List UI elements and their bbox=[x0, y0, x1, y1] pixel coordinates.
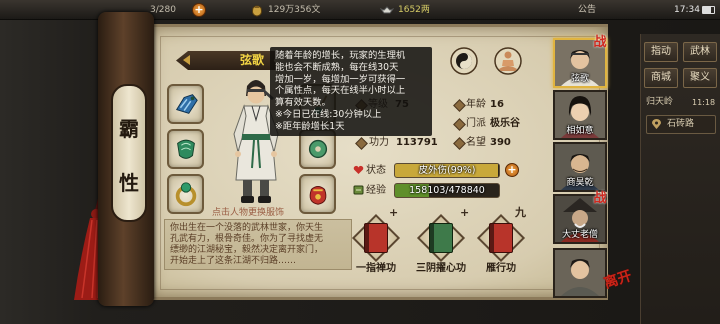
battle-badge: 战 bbox=[593, 35, 607, 50]
trait-char-top: 霸 bbox=[119, 117, 139, 141]
jade-pendant-icon bbox=[308, 139, 327, 159]
red-book-icon[interactable] bbox=[364, 223, 388, 253]
tooltip-line: 随着年龄的增长，玩家的生理机 bbox=[275, 50, 406, 61]
party-member-name: 相如意 bbox=[566, 126, 594, 136]
battle-badge: 战 bbox=[593, 191, 607, 206]
clock-time: 17:34 bbox=[674, 5, 700, 15]
coin-pouch-icon bbox=[252, 5, 262, 17]
shoulder-guard-icon bbox=[176, 139, 195, 159]
tooltip-line: ※距年龄增长1天 bbox=[275, 120, 345, 132]
bracer-icon bbox=[175, 94, 198, 114]
age-tooltip: 随着年龄的增长，玩家的生理机 能也会不断成熟，每在线30天 增加一岁，每增加一岁… bbox=[270, 47, 432, 136]
trait-char-bottom: 性 bbox=[119, 171, 139, 195]
equip-slot-ring[interactable] bbox=[167, 174, 204, 214]
trait-banner[interactable]: 霸 性 bbox=[111, 84, 147, 222]
sect-value: 极乐谷 bbox=[490, 118, 520, 129]
pouch-icon bbox=[309, 186, 326, 205]
equip-slot-pouch[interactable] bbox=[299, 174, 336, 214]
age-label: 年龄 bbox=[466, 99, 486, 110]
game-time: 11:18 bbox=[692, 98, 716, 107]
place-name: 石砖路 bbox=[667, 119, 695, 129]
menu-button-2[interactable]: 武林 bbox=[683, 42, 717, 62]
heal-button[interactable]: + bbox=[505, 163, 519, 177]
party-member-name: 商昊乾 bbox=[566, 178, 594, 188]
silver-ingot-icon bbox=[380, 6, 394, 14]
status-bar: 皮外伤(99%) bbox=[394, 163, 500, 178]
portrait-image bbox=[555, 250, 605, 296]
menu-button-4[interactable]: 聚义 bbox=[683, 68, 717, 88]
battery-icon bbox=[702, 6, 715, 14]
status-text: 皮外伤(99%) bbox=[418, 165, 476, 176]
shop-button[interactable]: 商城 bbox=[644, 68, 678, 88]
fame-label: 名望 bbox=[466, 137, 486, 148]
stamina-counter: 3/280 bbox=[150, 5, 176, 15]
sect-label: 门派 bbox=[466, 118, 486, 129]
biography-line: 开始走上了这条江湖不归路…… bbox=[170, 256, 297, 266]
copper-amount: 129万356文 bbox=[268, 5, 321, 15]
exp-bar: 158103/478840 bbox=[394, 183, 500, 198]
tooltip-line: 个属性点，每天在线半小时以上 bbox=[275, 85, 406, 97]
skill-1-name[interactable]: 一指禅功 bbox=[351, 263, 401, 275]
silver-amount: 1652两 bbox=[398, 5, 430, 15]
meditation-icon[interactable] bbox=[494, 47, 522, 75]
location-pin-icon bbox=[652, 119, 661, 129]
skill-1-marker: + bbox=[389, 206, 399, 219]
change-outfit-hint: 点击人物更换服饰 bbox=[212, 208, 285, 218]
exp-icon bbox=[353, 185, 364, 195]
tooltip-line: 能也会不断成熟，每在线30天 bbox=[275, 61, 399, 73]
red-book-icon[interactable] bbox=[489, 223, 513, 253]
skill-3-marker: 九 bbox=[515, 206, 526, 219]
status-label: 状态 bbox=[366, 165, 386, 176]
place-indicator[interactable]: 石砖路 bbox=[646, 115, 716, 134]
back-arrow-icon[interactable] bbox=[183, 55, 190, 65]
equip-slot-bracer[interactable] bbox=[167, 84, 204, 124]
skill-3-name[interactable]: 雁行功 bbox=[481, 263, 521, 275]
party-member-name: 弦歌 bbox=[570, 74, 589, 84]
bagua-icon[interactable] bbox=[450, 47, 478, 75]
exp-label: 经验 bbox=[366, 185, 386, 196]
party-member-3[interactable]: 商昊乾 bbox=[553, 142, 607, 192]
character-name: 弦歌 bbox=[239, 53, 264, 67]
fame-value: 390 bbox=[490, 137, 511, 148]
power-value: 113791 bbox=[396, 137, 438, 148]
notice-link[interactable]: 公告 bbox=[578, 4, 596, 16]
biography-line: 你出生在一个没落的武林世家，你天生 bbox=[170, 223, 324, 233]
exp-text: 158103/478840 bbox=[409, 185, 485, 196]
menu-button-1[interactable]: 指动 bbox=[644, 42, 678, 62]
biography-box: 你出生在一个没落的武林世家，你天生 孔武有力，根骨奇佳。你为了寻找虚无 缥缈的江… bbox=[164, 219, 352, 270]
biography-line: 缥缈的江湖秘宝，毅然决定离开家门， bbox=[170, 245, 324, 255]
tooltip-line: 算有效天数。 bbox=[275, 97, 331, 109]
add-stamina-button[interactable]: + bbox=[192, 3, 206, 17]
equip-slot-shoulder[interactable] bbox=[167, 129, 204, 169]
party-member-5[interactable] bbox=[553, 248, 607, 298]
tooltip-line: ※今日已在线:30分钟以上 bbox=[275, 108, 382, 120]
party-member-2[interactable]: 相如意 bbox=[553, 90, 607, 140]
heart-icon bbox=[353, 165, 364, 174]
region-name: 归天岭 bbox=[646, 97, 674, 107]
biography-line: 孔武有力，根骨奇佳。你为了寻找虚无 bbox=[170, 234, 324, 244]
tooltip-line: 增加一岁，每增加一岁可获得一 bbox=[275, 73, 406, 85]
skill-2-name[interactable]: 三阴擢心功 bbox=[412, 263, 470, 275]
power-label: 功力 bbox=[369, 137, 389, 148]
party-member-name: 大丈老僧 bbox=[561, 230, 598, 240]
age-value: 16 bbox=[490, 99, 504, 110]
skill-2-marker: + bbox=[460, 206, 470, 219]
green-book-icon[interactable] bbox=[429, 223, 453, 253]
ring-icon bbox=[175, 182, 196, 207]
